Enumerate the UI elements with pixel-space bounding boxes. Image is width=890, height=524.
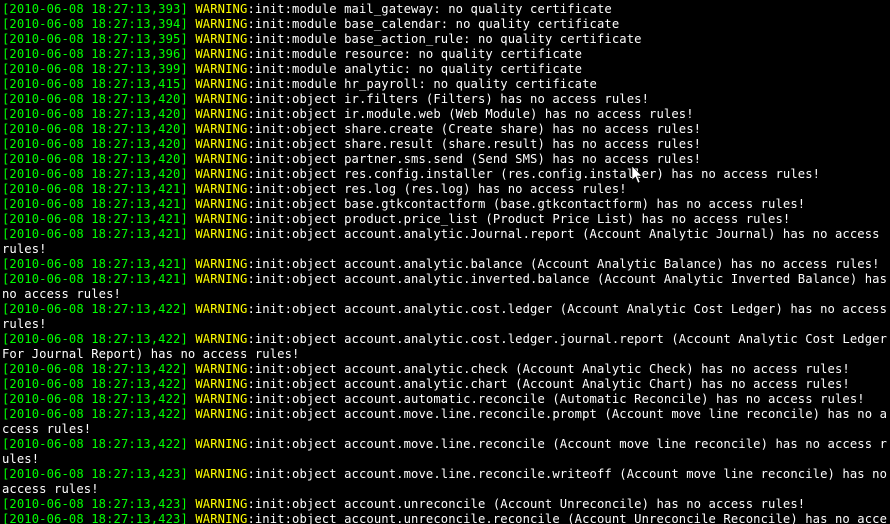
log-message: :init:module base_calendar: no quality c… <box>247 17 619 31</box>
log-message: :init:object account.automatic.reconcile… <box>247 392 864 406</box>
log-message: :init:module hr_payroll: no quality cert… <box>247 77 597 91</box>
log-message: :init:object ir.filters (Filters) has no… <box>247 92 649 106</box>
log-level: WARNING <box>195 47 247 61</box>
log-level: WARNING <box>195 497 247 511</box>
log-timestamp: [2010-06-08 18:27:13,420] <box>2 152 188 166</box>
log-timestamp: [2010-06-08 18:27:13,415] <box>2 77 188 91</box>
log-timestamp: [2010-06-08 18:27:13,421] <box>2 182 188 196</box>
log-timestamp: [2010-06-08 18:27:13,422] <box>2 407 188 421</box>
log-timestamp: [2010-06-08 18:27:13,423] <box>2 467 188 481</box>
log-timestamp: [2010-06-08 18:27:13,422] <box>2 362 188 376</box>
log-timestamp: [2010-06-08 18:27:13,420] <box>2 137 188 151</box>
log-level: WARNING <box>195 152 247 166</box>
log-level: WARNING <box>195 197 247 211</box>
log-level: WARNING <box>195 2 247 16</box>
log-timestamp: [2010-06-08 18:27:13,396] <box>2 47 188 61</box>
log-level: WARNING <box>195 362 247 376</box>
log-level: WARNING <box>195 77 247 91</box>
log-timestamp: [2010-06-08 18:27:13,420] <box>2 92 188 106</box>
log-level: WARNING <box>195 332 247 346</box>
log-level: WARNING <box>195 302 247 316</box>
log-level: WARNING <box>195 62 247 76</box>
log-level: WARNING <box>195 167 247 181</box>
log-message: :init:module analytic: no quality certif… <box>247 62 582 76</box>
terminal-output[interactable]: [2010-06-08 18:27:13,393] WARNING:init:m… <box>0 0 890 524</box>
log-message: :init:object account.analytic.balance (A… <box>247 257 879 271</box>
log-level: WARNING <box>195 437 247 451</box>
log-timestamp: [2010-06-08 18:27:13,420] <box>2 107 188 121</box>
log-timestamp: [2010-06-08 18:27:13,399] <box>2 62 188 76</box>
log-timestamp: [2010-06-08 18:27:13,421] <box>2 197 188 211</box>
log-timestamp: [2010-06-08 18:27:13,422] <box>2 332 188 346</box>
log-timestamp: [2010-06-08 18:27:13,423] <box>2 497 188 511</box>
log-level: WARNING <box>195 407 247 421</box>
log-level: WARNING <box>195 137 247 151</box>
log-timestamp: [2010-06-08 18:27:13,423] <box>2 512 188 524</box>
log-timestamp: [2010-06-08 18:27:13,422] <box>2 302 188 316</box>
log-timestamp: [2010-06-08 18:27:13,394] <box>2 17 188 31</box>
log-message: :init:object account.analytic.check (Acc… <box>247 362 849 376</box>
log-message: :init:object account.analytic.chart (Acc… <box>247 377 849 391</box>
log-timestamp: [2010-06-08 18:27:13,421] <box>2 257 188 271</box>
log-timestamp: [2010-06-08 18:27:13,422] <box>2 437 188 451</box>
log-level: WARNING <box>195 272 247 286</box>
log-level: WARNING <box>195 512 247 524</box>
log-message: :init:object partner.sms.send (Send SMS)… <box>247 152 701 166</box>
log-timestamp: [2010-06-08 18:27:13,420] <box>2 122 188 136</box>
log-timestamp: [2010-06-08 18:27:13,395] <box>2 32 188 46</box>
log-level: WARNING <box>195 467 247 481</box>
log-message: :init:object res.log (res.log) has no ac… <box>247 182 626 196</box>
log-level: WARNING <box>195 182 247 196</box>
log-message: :init:object ir.module.web (Web Module) … <box>247 107 693 121</box>
log-message: :init:object share.result (share.result)… <box>247 137 701 151</box>
log-timestamp: [2010-06-08 18:27:13,422] <box>2 377 188 391</box>
log-message: :init:object base.gtkcontactform (base.g… <box>247 197 805 211</box>
log-message: :init:module resource: no quality certif… <box>247 47 582 61</box>
log-message: :init:object res.config.installer (res.c… <box>247 167 820 181</box>
log-timestamp: [2010-06-08 18:27:13,393] <box>2 2 188 16</box>
log-level: WARNING <box>195 257 247 271</box>
log-message: :init:module mail_gateway: no quality ce… <box>247 2 611 16</box>
log-message: :init:object share.create (Create share)… <box>247 122 701 136</box>
log-timestamp: [2010-06-08 18:27:13,421] <box>2 212 188 226</box>
log-level: WARNING <box>195 212 247 226</box>
log-level: WARNING <box>195 392 247 406</box>
log-level: WARNING <box>195 227 247 241</box>
log-message: :init:module base_action_rule: no qualit… <box>247 32 641 46</box>
log-level: WARNING <box>195 107 247 121</box>
log-level: WARNING <box>195 377 247 391</box>
log-level: WARNING <box>195 17 247 31</box>
log-timestamp: [2010-06-08 18:27:13,422] <box>2 392 188 406</box>
log-timestamp: [2010-06-08 18:27:13,421] <box>2 227 188 241</box>
log-message: :init:object account.unreconcile (Accoun… <box>247 497 805 511</box>
log-level: WARNING <box>195 32 247 46</box>
log-timestamp: [2010-06-08 18:27:13,420] <box>2 167 188 181</box>
log-level: WARNING <box>195 122 247 136</box>
log-level: WARNING <box>195 92 247 106</box>
log-timestamp: [2010-06-08 18:27:13,421] <box>2 272 188 286</box>
log-message: :init:object product.price_list (Product… <box>247 212 790 226</box>
